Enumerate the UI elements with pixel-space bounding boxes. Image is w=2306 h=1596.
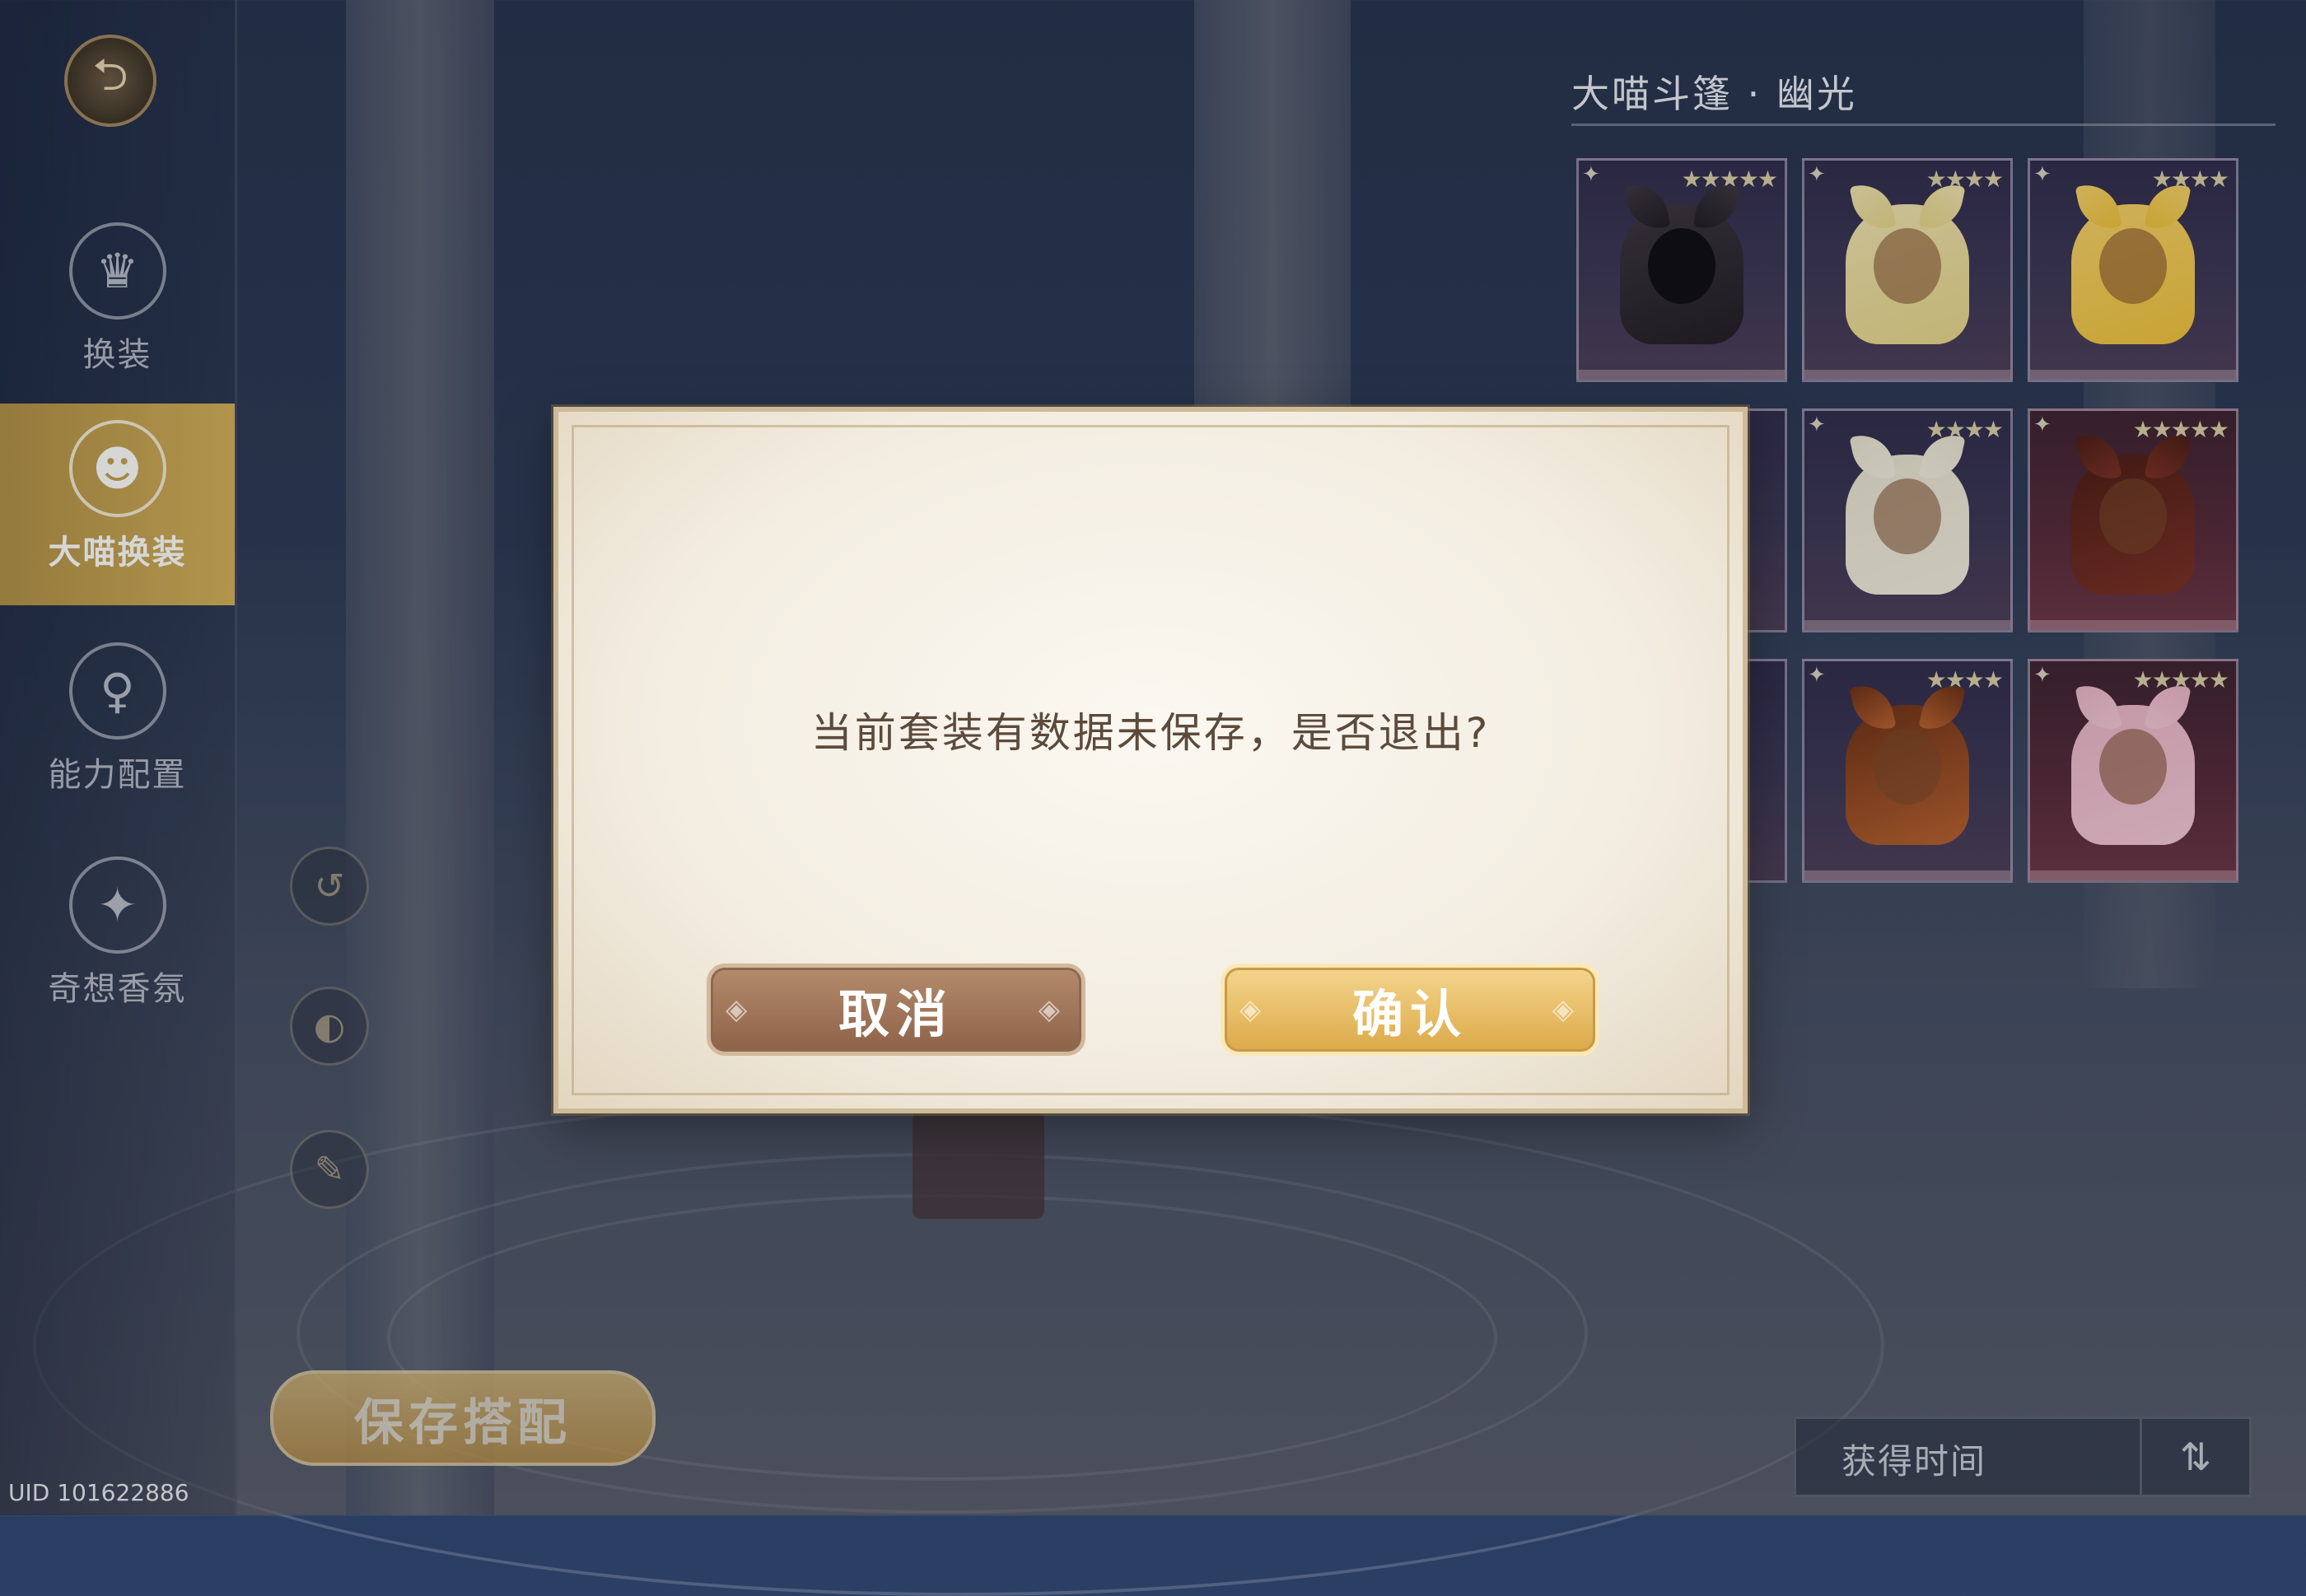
- confirm-button[interactable]: ◈ 确认 ◈: [1221, 964, 1599, 1056]
- confirm-exit-dialog: 当前套装有数据未保存，是否退出? ◈ 取消 ◈ ◈ 确认 ◈: [553, 407, 1748, 1113]
- cancel-button[interactable]: ◈ 取消 ◈: [707, 964, 1085, 1056]
- ornament-icon: ◈: [1239, 993, 1268, 1026]
- ornament-icon: ◈: [726, 993, 754, 1026]
- ornament-icon: ◈: [1038, 993, 1067, 1026]
- dialog-message: 当前套装有数据未保存，是否退出?: [810, 709, 1491, 757]
- confirm-label: 确认: [1351, 984, 1468, 1044]
- ornament-icon: ◈: [1552, 993, 1580, 1026]
- cancel-label: 取消: [838, 984, 954, 1044]
